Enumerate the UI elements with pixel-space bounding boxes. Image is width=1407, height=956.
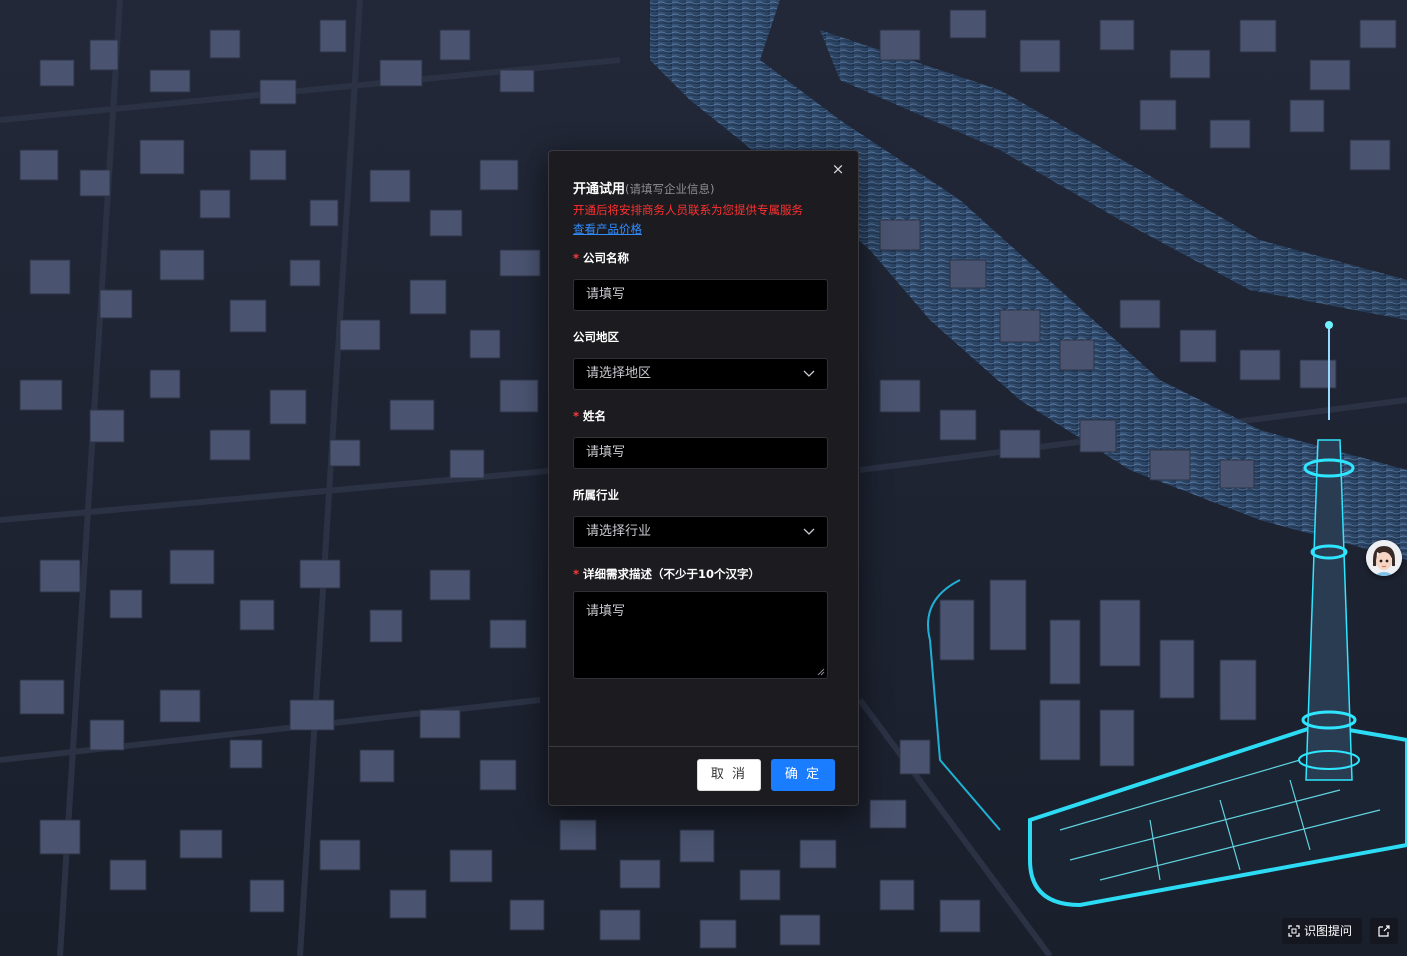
cancel-button[interactable]: 取 消 [697, 759, 761, 791]
scan-icon [1288, 925, 1300, 937]
share-button[interactable] [1370, 918, 1398, 944]
avatar-icon [1366, 540, 1402, 576]
chevron-down-icon [803, 370, 815, 377]
view-price-link[interactable]: 查看产品价格 [573, 221, 642, 237]
assistant-avatar[interactable] [1366, 540, 1402, 576]
industry-select[interactable]: 请选择行业 [573, 516, 828, 548]
company-input[interactable] [586, 287, 816, 302]
name-label: * 姓名 [573, 408, 606, 424]
image-question-button[interactable]: 识图提问 [1282, 918, 1362, 944]
region-select[interactable]: 请选择地区 [573, 358, 828, 390]
region-label: 公司地区 [573, 330, 619, 344]
company-label: * 公司名称 [573, 250, 629, 266]
footer-divider [549, 746, 858, 747]
description-field[interactable] [573, 591, 828, 679]
close-icon[interactable]: × [830, 161, 846, 177]
name-field[interactable] [573, 437, 828, 469]
industry-select-value: 请选择行业 [586, 524, 652, 539]
confirm-button[interactable]: 确 定 [771, 759, 835, 791]
dialog-title: 开通试用(请填写企业信息) [573, 178, 715, 197]
service-notice: 开通后将安排商务人员联系为您提供专属服务 [573, 203, 803, 217]
required-mark: * [573, 567, 580, 581]
description-label-text: 详细需求描述（不少于10个汉字） [583, 567, 761, 581]
dialog-title-text: 开通试用 [573, 182, 626, 197]
name-input[interactable] [586, 445, 816, 460]
required-mark: * [573, 409, 580, 423]
chevron-down-icon [803, 528, 815, 535]
image-question-label: 识图提问 [1304, 924, 1353, 938]
description-label: * 详细需求描述（不少于10个汉字） [573, 566, 760, 582]
trial-dialog: × 开通试用(请填写企业信息) 开通后将安排商务人员联系为您提供专属服务 查看产… [548, 150, 859, 806]
required-mark: * [573, 251, 580, 265]
resize-handle-icon[interactable] [817, 668, 825, 676]
company-label-text: 公司名称 [583, 251, 630, 265]
description-textarea[interactable] [574, 592, 827, 678]
company-field[interactable] [573, 279, 828, 311]
share-icon [1378, 925, 1390, 937]
dialog-subtitle: (请填写企业信息) [625, 182, 715, 196]
industry-label: 所属行业 [573, 488, 619, 502]
name-label-text: 姓名 [583, 409, 607, 423]
region-select-value: 请选择地区 [586, 366, 652, 381]
